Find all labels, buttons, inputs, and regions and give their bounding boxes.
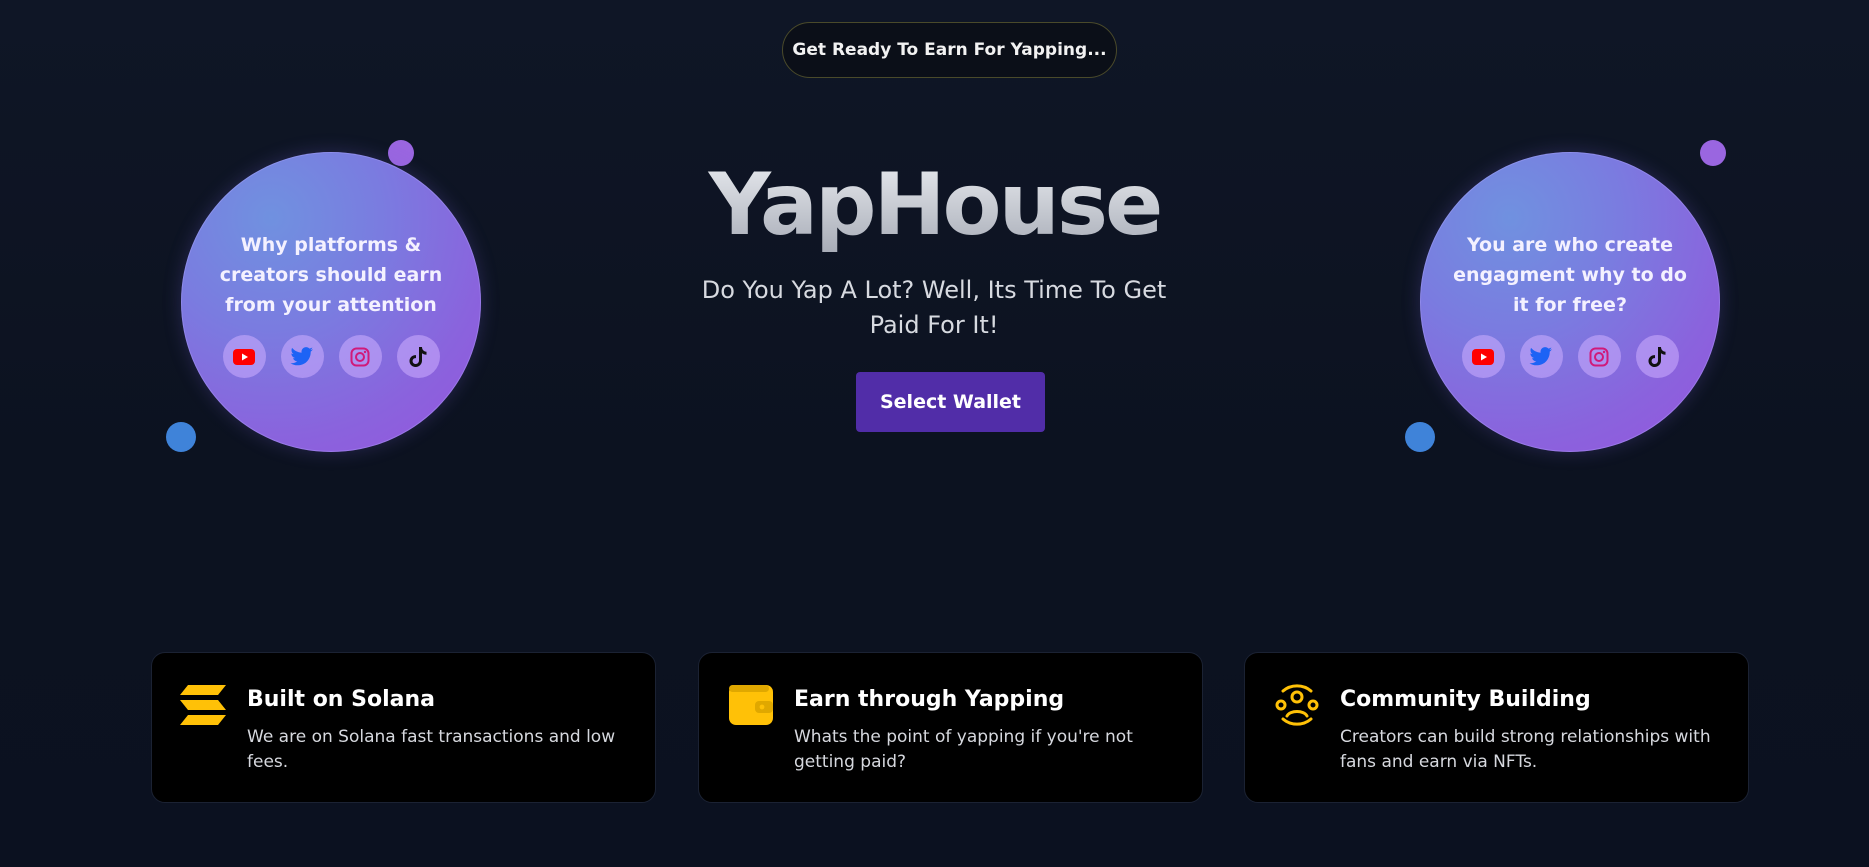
youtube-icon[interactable] bbox=[1461, 335, 1505, 378]
decorative-dot bbox=[388, 140, 414, 166]
solana-icon bbox=[180, 683, 228, 727]
decorative-dot bbox=[1405, 422, 1435, 452]
feature-title: Earn through Yapping bbox=[794, 687, 1065, 712]
feature-card-yapping: Earn through Yapping Whats the point of … bbox=[698, 652, 1203, 803]
twitter-icon[interactable] bbox=[280, 335, 324, 378]
instagram-icon[interactable] bbox=[1577, 335, 1621, 378]
feature-description: We are on Solana fast transactions and l… bbox=[247, 727, 616, 772]
feature-card-community: Community Building Creators can build st… bbox=[1244, 652, 1749, 803]
social-links bbox=[1420, 335, 1720, 378]
twitter-icon[interactable] bbox=[1519, 335, 1563, 378]
get-ready-badge[interactable]: Get Ready To Earn For Yapping... bbox=[782, 22, 1117, 78]
community-icon bbox=[1273, 683, 1321, 727]
decorative-dot bbox=[1700, 140, 1726, 166]
info-bubble: You are who create engagment why to do i… bbox=[1420, 152, 1720, 452]
tiktok-icon[interactable] bbox=[1635, 335, 1679, 378]
feature-description: Whats the point of yapping if you're not… bbox=[794, 727, 1133, 772]
tiktok-icon[interactable] bbox=[396, 335, 440, 378]
social-links bbox=[181, 335, 481, 378]
bubble-text: Why platforms & creators should earn fro… bbox=[219, 234, 443, 316]
right-bubble-group: You are who create engagment why to do i… bbox=[1369, 130, 1726, 470]
info-bubble: Why platforms & creators should earn fro… bbox=[181, 152, 481, 452]
decorative-dot bbox=[166, 422, 196, 452]
badge-label: Get Ready To Earn For Yapping... bbox=[792, 40, 1107, 60]
feature-card-solana: Built on Solana We are on Solana fast tr… bbox=[151, 652, 656, 803]
left-bubble-group: Why platforms & creators should earn fro… bbox=[130, 130, 481, 470]
feature-title: Community Building bbox=[1340, 687, 1591, 712]
feature-description: Creators can build strong relationships … bbox=[1340, 727, 1711, 772]
instagram-icon[interactable] bbox=[338, 335, 382, 378]
hero-subtitle: Do You Yap A Lot? Well, Its Time To Get … bbox=[701, 276, 1167, 339]
select-wallet-button[interactable]: Select Wallet bbox=[856, 372, 1045, 432]
wallet-icon bbox=[727, 683, 775, 727]
bubble-text: You are who create engagment why to do i… bbox=[1453, 234, 1687, 316]
youtube-icon[interactable] bbox=[222, 335, 266, 378]
feature-title: Built on Solana bbox=[247, 687, 435, 712]
